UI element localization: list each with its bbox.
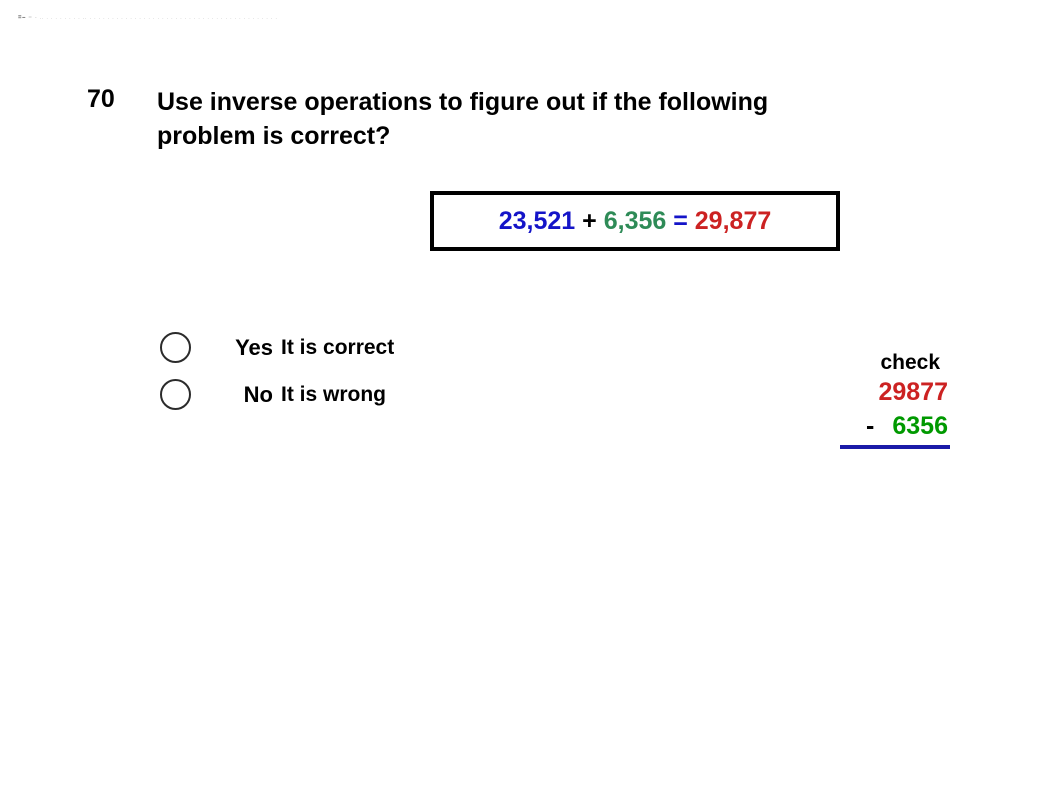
check-minuend: 29877: [878, 378, 948, 406]
check-minuend-row: 29877: [790, 375, 950, 409]
question-text: Use inverse operations to figure out if …: [157, 88, 769, 150]
artifact-mark: =–: [18, 15, 27, 21]
check-label: check: [880, 351, 940, 374]
artifact-dots: = - .. . . . . . . . . .. . . . . . . . …: [28, 15, 278, 21]
check-horizontal-rule: [840, 445, 950, 449]
question-number: 70: [87, 85, 115, 113]
answer-description-yes: It is correct: [281, 335, 395, 359]
check-operator: -: [866, 412, 875, 440]
answer-choices: Yes It is correct No It is wrong: [160, 324, 394, 418]
check-subtrahend: 6356: [892, 412, 948, 440]
radio-button-no[interactable]: [160, 379, 191, 410]
equation-line: 23,521 + 6,356 = 29,877: [499, 207, 772, 236]
equation-addend-2: 6,356: [603, 206, 667, 235]
equation-sum: 29,877: [694, 206, 772, 235]
answer-option-no[interactable]: No It is wrong: [160, 371, 394, 418]
equation-box: 23,521 + 6,356 = 29,877: [430, 191, 840, 251]
top-artifact-strip: =– = - .. . . . . . . . . .. . . . . . .…: [18, 14, 353, 23]
answer-description-no: It is wrong: [281, 382, 386, 406]
answer-key-yes: Yes: [235, 334, 273, 360]
check-work-column: check 29877 - 6356: [790, 351, 950, 449]
equation-plus-sign: +: [575, 206, 604, 235]
equation-equals-sign: =: [666, 206, 695, 235]
answer-key-no: No: [243, 381, 273, 407]
check-subtrahend-row: - 6356: [790, 409, 950, 443]
slide-canvas: =– = - .. . . . . . . . . .. . . . . . .…: [0, 0, 1045, 800]
answer-option-yes[interactable]: Yes It is correct: [160, 324, 394, 371]
equation-addend-1: 23,521: [498, 206, 576, 235]
radio-button-yes[interactable]: [160, 332, 191, 363]
